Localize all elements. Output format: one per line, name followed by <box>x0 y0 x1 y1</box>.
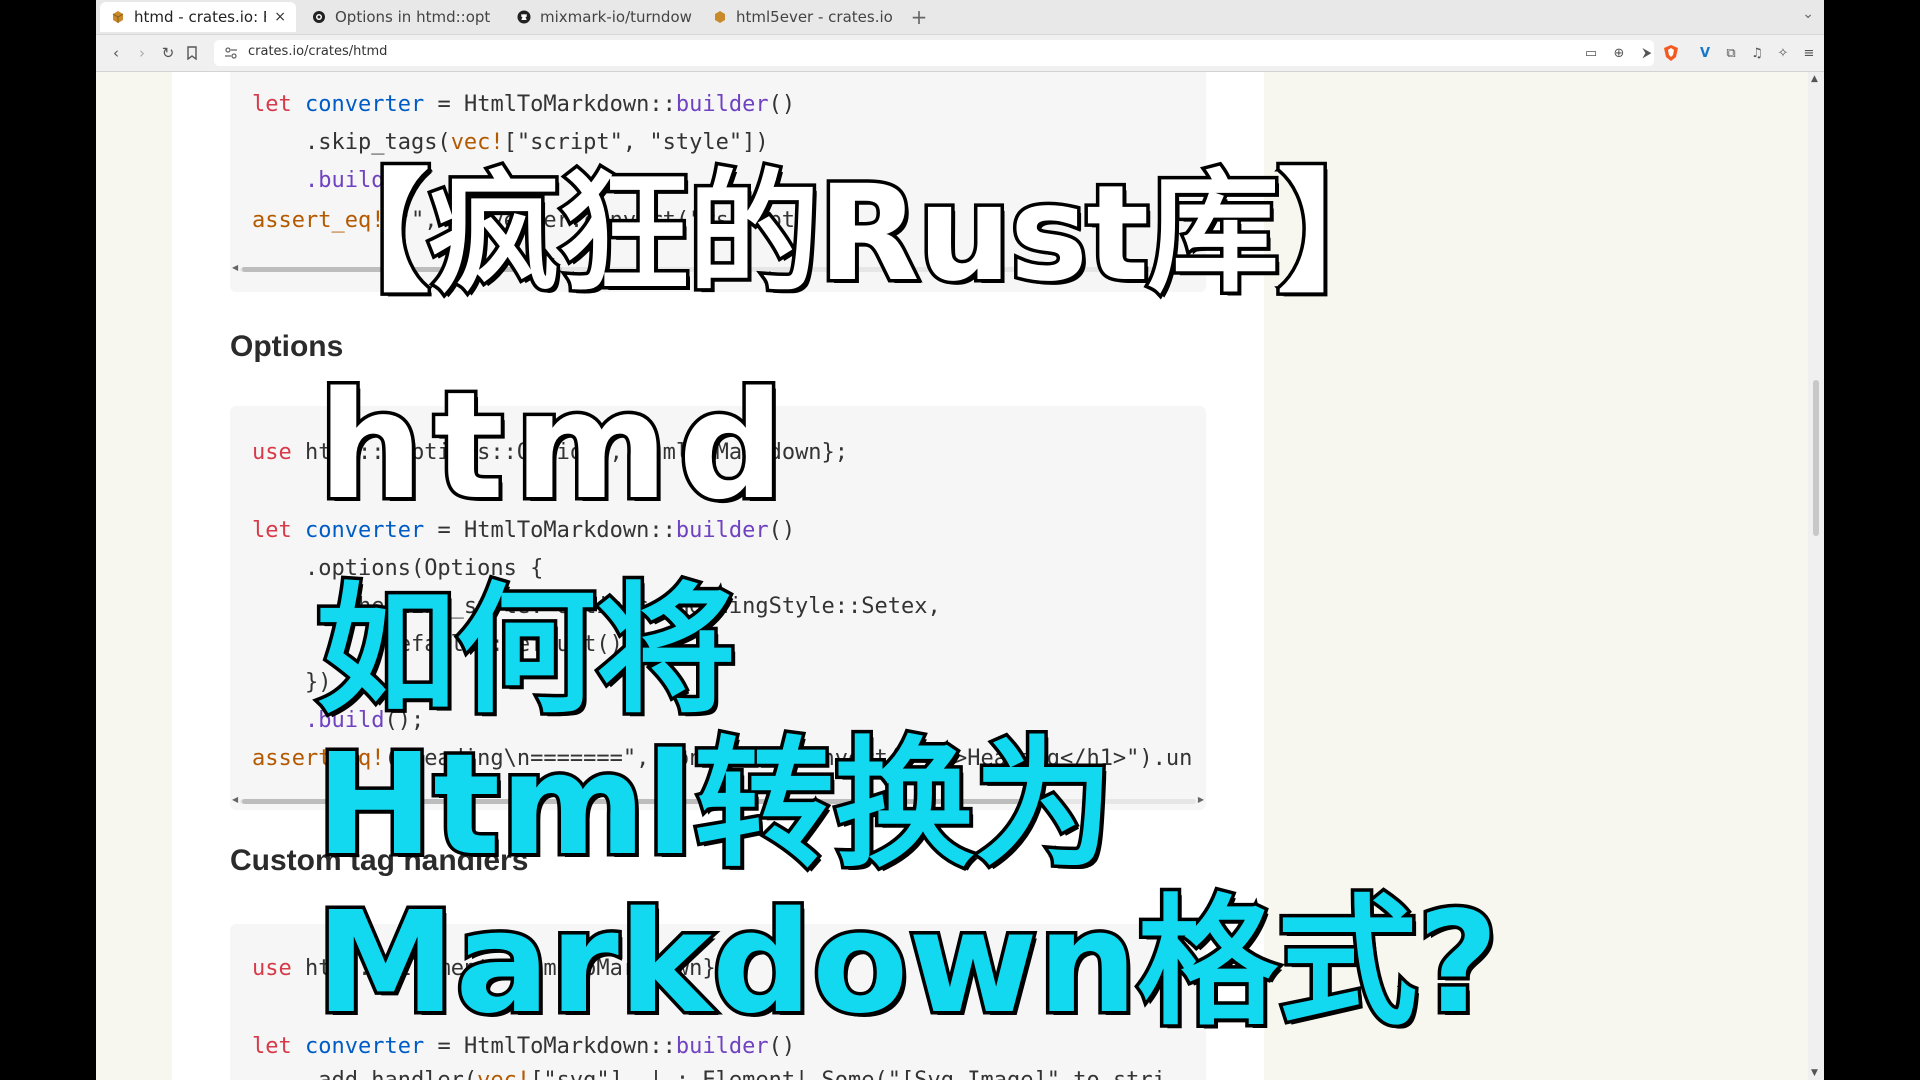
tab-html5ever-crates[interactable]: html5ever - crates.io <box>702 2 902 32</box>
extensions-icon[interactable]: ⧉ <box>1722 44 1740 62</box>
back-arrow-icon[interactable]: ‹ <box>106 43 126 63</box>
github-icon <box>516 9 532 25</box>
tab-strip: htmd - crates.io: R × Options in htmd::o… <box>96 0 1824 35</box>
overlay-title-line2: htmd <box>314 360 795 532</box>
tab-title: html5ever - crates.io <box>736 8 892 26</box>
scrollbar-thumb[interactable] <box>1813 380 1819 536</box>
code-keyword: use <box>252 440 292 465</box>
code-text: () <box>768 92 796 117</box>
tab-title: Options in htmd::opt <box>335 8 491 26</box>
share-icon[interactable]: ⮞ <box>1638 44 1656 62</box>
leo-ai-icon[interactable]: ✧ <box>1774 44 1792 62</box>
tab-turndown-github[interactable]: mixmark-io/turndow <box>506 2 706 32</box>
menu-icon[interactable]: ≡ <box>1800 44 1818 62</box>
media-icon[interactable]: ♫ <box>1748 44 1766 62</box>
crate-icon <box>110 9 126 25</box>
code-text: = HtmlToMarkdown:: <box>424 92 676 117</box>
code-line: .add_handler(vec!["svg"], |_: Element| S… <box>252 1068 1166 1080</box>
code-keyword: use <box>252 956 292 981</box>
code-macro: vec! <box>450 130 504 155</box>
code-keyword: let <box>252 92 292 117</box>
overlay-title-line1: 【疯狂的Rust库】 <box>294 157 1412 311</box>
code-function: builder <box>675 92 769 117</box>
navigation-bar: ‹ › ↻ crates.io/crates/htmd ▭ ⊕ ⮞ V ⧉ ♫ … <box>96 35 1824 72</box>
new-tab-button[interactable]: + <box>906 4 932 30</box>
code-identifier: converter <box>305 92 425 117</box>
address-bar[interactable]: crates.io/crates/htmd ▭ ⊕ ⮞ <box>214 40 1654 66</box>
tab-htmd-crates[interactable]: htmd - crates.io: R × <box>100 2 296 32</box>
crate-icon <box>712 9 728 25</box>
reload-icon[interactable]: ↻ <box>158 43 178 63</box>
tab-title: htmd - crates.io: R <box>134 8 267 26</box>
scroll-up-icon[interactable]: ▲ <box>1811 74 1818 84</box>
code-keyword: let <box>252 518 292 543</box>
overlay-title-line3: 如何将 <box>312 570 739 733</box>
bookmark-icon[interactable] <box>182 43 202 63</box>
forward-arrow-icon[interactable]: › <box>132 43 152 63</box>
code-text: ["svg"], |_: Element| Some("[Svg Image]"… <box>530 1068 1166 1080</box>
vpn-icon[interactable]: V <box>1696 44 1714 62</box>
overlay-title-line4: Html转换为 <box>313 724 1118 887</box>
close-tab-icon[interactable]: × <box>274 9 286 25</box>
tab-title: mixmark-io/turndow <box>540 8 692 26</box>
code-text: .add_handler( <box>305 1068 477 1080</box>
code-line: let converter = HtmlToMarkdown::builder(… <box>252 92 795 117</box>
site-settings-icon[interactable] <box>224 45 240 61</box>
shield-icon[interactable] <box>1662 44 1680 62</box>
url-text: crates.io/crates/htmd <box>248 44 388 59</box>
heading-options: Options <box>230 330 344 363</box>
code-keyword: let <box>252 1034 292 1059</box>
docs-icon <box>311 9 327 25</box>
vertical-scrollbar[interactable]: ▲ ▼ <box>1808 72 1824 1080</box>
zoom-icon[interactable]: ⊕ <box>1610 44 1628 62</box>
tab-options-docs[interactable]: Options in htmd::opt <box>301 2 501 32</box>
tab-list-chevron-icon[interactable]: ⌄ <box>1802 6 1814 22</box>
overlay-title-line5: Markdown格式? <box>313 882 1503 1045</box>
code-line: .skip_tags(vec!["script", "style"]) <box>252 130 769 155</box>
code-macro: vec! <box>477 1068 530 1080</box>
code-text: ["script", "style"]) <box>503 130 769 155</box>
cast-icon[interactable]: ▭ <box>1582 44 1600 62</box>
code-text: .skip_tags( <box>304 130 451 155</box>
scroll-down-icon[interactable]: ▼ <box>1811 1068 1818 1078</box>
